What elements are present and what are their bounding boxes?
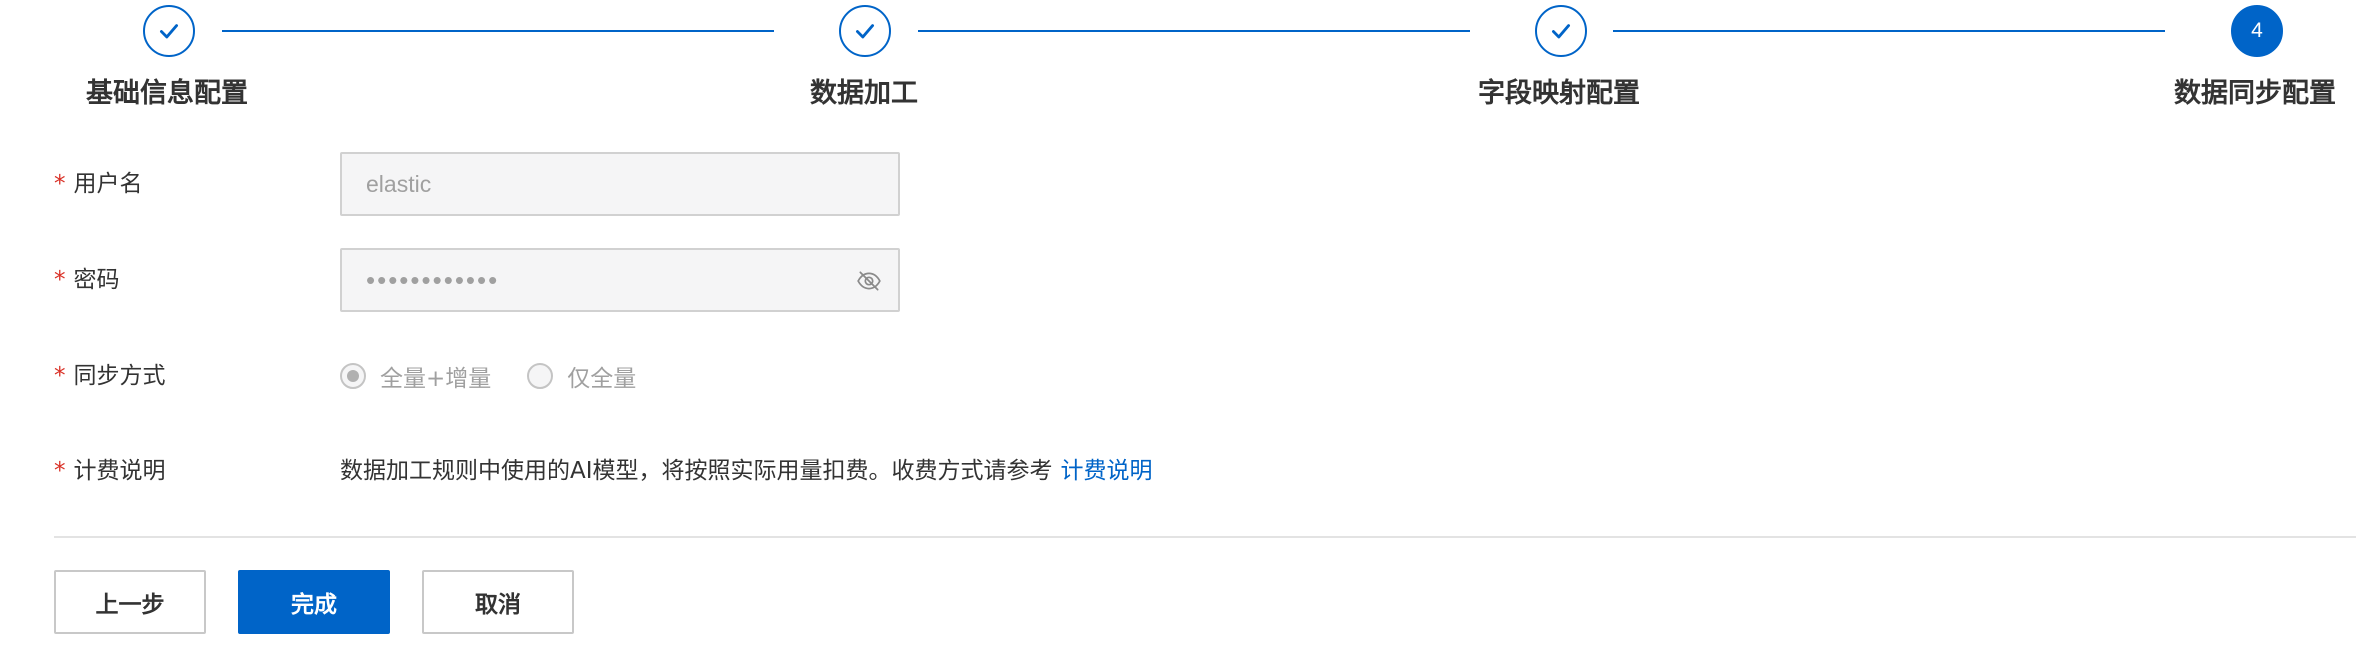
password-label-text: 密码 [73, 267, 120, 293]
sync-mode-label-text: 同步方式 [73, 363, 166, 389]
billing-label-text: 计费说明 [73, 458, 166, 484]
step-4-title: 数据同步配置 [2174, 78, 2336, 109]
required-mark: * [54, 458, 66, 484]
step-2-title: 数据加工 [810, 78, 918, 109]
billing-link[interactable]: 计费说明 [1061, 458, 1153, 484]
finish-button[interactable]: 完成 [238, 570, 390, 634]
sync-mode-label: * 同步方式 [54, 360, 166, 392]
billing-description: 数据加工规则中使用的AI模型，将按照实际用量扣费。收费方式请参考 计费说明 [340, 455, 1153, 487]
username-input[interactable]: elastic [340, 152, 900, 216]
step-2-indicator [839, 5, 891, 57]
sync-mode-radio-group: 全量+增量 仅全量 [340, 358, 672, 394]
step-3-indicator [1535, 5, 1587, 57]
radio-label: 仅全量 [567, 366, 637, 392]
step-connector [222, 30, 774, 32]
step-4-indicator: 4 [2231, 5, 2283, 57]
radio-unchecked-icon[interactable] [527, 363, 554, 389]
username-label-text: 用户名 [73, 171, 143, 197]
radio-full-incremental[interactable]: 全量+增量 [340, 359, 491, 393]
step-connector [1613, 30, 2165, 32]
check-icon [160, 24, 178, 39]
required-mark: * [54, 363, 66, 389]
check-icon [1552, 24, 1570, 39]
password-value: •••••••••••• [366, 265, 500, 295]
password-input[interactable]: •••••••••••• [340, 248, 900, 312]
cancel-button[interactable]: 取消 [422, 570, 574, 634]
step-progress: 基础信息配置 数据加工 字段映射配置 4 数据同步配置 [0, 0, 2356, 130]
required-mark: * [54, 267, 66, 293]
step-1-indicator [143, 5, 195, 57]
divider [54, 536, 2356, 538]
username-label: * 用户名 [54, 168, 143, 200]
billing-label: * 计费说明 [54, 455, 166, 487]
billing-text: 数据加工规则中使用的AI模型，将按照实际用量扣费。收费方式请参考 [340, 458, 1053, 484]
step-4-number: 4 [2251, 19, 2263, 42]
password-label: * 密码 [54, 264, 120, 296]
step-1-title: 基础信息配置 [86, 78, 248, 109]
radio-checked-icon[interactable] [340, 363, 366, 389]
check-icon [856, 24, 874, 39]
required-mark: * [54, 171, 66, 197]
radio-full-only[interactable]: 仅全量 [527, 359, 636, 393]
radio-label: 全量+增量 [380, 366, 492, 392]
eye-off-icon[interactable] [856, 268, 882, 294]
step-connector [918, 30, 1470, 32]
username-value: elastic [366, 171, 432, 197]
step-3-title: 字段映射配置 [1478, 78, 1640, 109]
prev-step-button[interactable]: 上一步 [54, 570, 206, 634]
